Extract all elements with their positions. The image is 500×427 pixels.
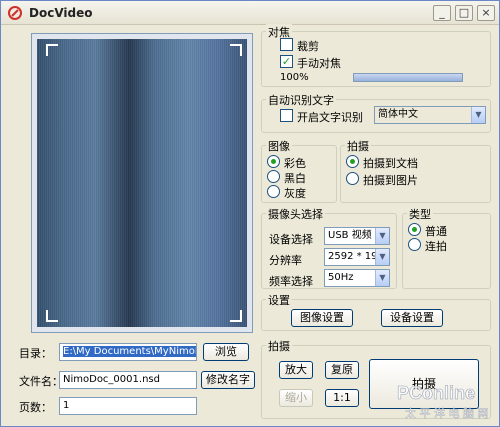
focus-progress-fill xyxy=(354,74,462,81)
type-radio-burst[interactable] xyxy=(408,238,421,251)
image-option-color-label: 彩色 xyxy=(284,157,306,170)
type-option-burst-label: 连拍 xyxy=(425,240,447,253)
crop-corner-top-right[interactable] xyxy=(230,44,242,56)
ocr-legend: 自动识别文字 xyxy=(266,92,336,108)
restore-button[interactable]: 复原 xyxy=(325,361,359,379)
camera-legend: 摄像头选择 xyxy=(266,206,325,222)
check-mark-icon: ✓ xyxy=(281,55,292,68)
resolution-select[interactable]: 2592 * 19 ▼ xyxy=(324,248,390,266)
crop-corner-bottom-left[interactable] xyxy=(46,310,58,322)
chevron-down-icon: ▼ xyxy=(375,249,389,265)
device-value: USB 视频 xyxy=(328,230,372,241)
crop-label: 裁剪 xyxy=(297,40,319,53)
close-button[interactable]: × xyxy=(477,5,495,21)
image-radio-gray[interactable] xyxy=(267,185,280,198)
settings-legend: 设置 xyxy=(266,292,292,308)
focus-percent: 100% xyxy=(280,72,309,83)
title-bar: DocVideo _ □ × xyxy=(1,1,499,25)
ocr-enable-checkbox[interactable] xyxy=(280,109,293,122)
pages-label: 页数： xyxy=(19,401,52,414)
focus-progress-bar xyxy=(353,73,463,82)
directory-field[interactable]: E:\My Documents\MyNimoDoc xyxy=(59,343,197,361)
device-settings-button[interactable]: 设备设置 xyxy=(381,309,443,327)
crop-corner-bottom-right[interactable] xyxy=(230,310,242,322)
chevron-down-icon: ▼ xyxy=(375,228,389,244)
frequency-select[interactable]: 50Hz ▼ xyxy=(324,269,390,287)
app-logo-icon xyxy=(8,6,22,20)
shoot-option-picture-label: 拍摄到图片 xyxy=(363,174,418,187)
frequency-value: 50Hz xyxy=(328,272,354,283)
pages-field[interactable]: 1 xyxy=(59,397,197,415)
chevron-down-icon: ▼ xyxy=(375,270,389,286)
minimize-icon: _ xyxy=(439,6,445,19)
ocr-enable-label: 开启文字识别 xyxy=(297,111,363,124)
watermark-logo-icon: PConline 太 平 洋 电 脑 网 xyxy=(397,383,489,421)
resolution-value: 2592 * 19 xyxy=(328,251,378,262)
image-radio-color[interactable] xyxy=(267,155,280,168)
maximize-icon: □ xyxy=(458,6,470,19)
crop-checkbox[interactable] xyxy=(280,38,293,51)
rename-button[interactable]: 修改名字 xyxy=(201,371,255,389)
ocr-language-value: 简体中文 xyxy=(378,109,418,120)
zoom-out-button[interactable]: 缩小 xyxy=(279,389,313,407)
camera-preview[interactable] xyxy=(31,33,253,333)
close-icon: × xyxy=(481,6,491,19)
zoom-in-button[interactable]: 放大 xyxy=(279,361,313,379)
image-option-gray-label: 灰度 xyxy=(284,187,306,200)
image-option-bw-label: 黑白 xyxy=(284,172,306,185)
svg-text:PConline: PConline xyxy=(397,383,475,403)
window-title: DocVideo xyxy=(29,6,93,20)
frequency-label: 频率选择 xyxy=(269,275,313,288)
docvideo-window: DocVideo _ □ × 目录： E:\My Documents\MyNim… xyxy=(0,0,500,427)
minimize-button[interactable]: _ xyxy=(433,5,451,21)
device-select[interactable]: USB 视频 ▼ xyxy=(324,227,390,245)
device-label: 设备选择 xyxy=(269,233,313,246)
maximize-button[interactable]: □ xyxy=(455,5,473,21)
resolution-label: 分辨率 xyxy=(269,254,302,267)
manual-focus-label: 手动对焦 xyxy=(297,57,341,70)
preview-image xyxy=(37,39,247,327)
directory-label: 目录： xyxy=(19,347,52,360)
shoot-radio-document[interactable] xyxy=(346,155,359,168)
type-radio-normal[interactable] xyxy=(408,223,421,236)
image-radio-bw[interactable] xyxy=(267,170,280,183)
chevron-down-icon: ▼ xyxy=(471,107,485,123)
shoot-option-document-label: 拍摄到文档 xyxy=(363,157,418,170)
image-settings-button[interactable]: 图像设置 xyxy=(291,309,353,327)
image-legend: 图像 xyxy=(266,138,292,154)
type-option-normal-label: 普通 xyxy=(425,225,447,238)
capture-legend: 拍摄 xyxy=(266,338,292,354)
crop-corner-top-left[interactable] xyxy=(46,44,58,56)
filename-field[interactable]: NimoDoc_0001.nsd xyxy=(59,371,197,389)
ratio-button[interactable]: 1:1 xyxy=(325,389,359,407)
manual-focus-checkbox[interactable]: ✓ xyxy=(280,55,293,68)
type-legend: 类型 xyxy=(407,206,433,222)
shoot-radio-picture[interactable] xyxy=(346,172,359,185)
browse-button[interactable]: 浏览 xyxy=(203,343,249,361)
filename-label: 文件名： xyxy=(19,375,63,388)
ocr-language-select[interactable]: 简体中文 ▼ xyxy=(374,106,486,124)
svg-text:太 平 洋 电 脑 网: 太 平 洋 电 脑 网 xyxy=(405,406,488,420)
shoot-target-legend: 拍摄 xyxy=(345,138,371,154)
